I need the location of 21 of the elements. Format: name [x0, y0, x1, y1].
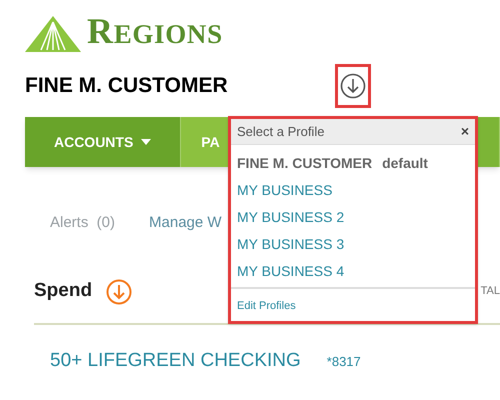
brand-name: REGIONS	[87, 13, 223, 52]
caret-icon	[141, 139, 152, 145]
close-button[interactable]: ×	[460, 121, 469, 142]
profile-item[interactable]: MY BUSINESS 2	[237, 207, 469, 227]
nav-tab[interactable]: ACCOUNTS	[25, 117, 182, 167]
manage-link[interactable]: Manage W	[149, 212, 222, 234]
profile-item[interactable]: MY BUSINESS	[237, 180, 469, 200]
edit-profiles-link[interactable]: Edit Profiles	[237, 300, 296, 312]
customer-name: FINE M. CUSTOMER	[25, 73, 229, 100]
popup-title: Select a Profile	[237, 122, 324, 141]
profile-item[interactable]: MY BUSINESS 4	[237, 261, 469, 281]
profile-item[interactable]: FINE M. CUSTOMER default	[237, 153, 469, 173]
profile-item[interactable]: MY BUSINESS 3	[237, 234, 469, 254]
column-label: TAL	[480, 284, 500, 300]
alerts-link[interactable]: Alerts (0)	[50, 212, 116, 234]
logo-icon	[25, 16, 81, 52]
account-number: *8317	[326, 352, 361, 370]
spend-title: Spend	[34, 279, 92, 304]
default-label: default	[382, 154, 428, 173]
profile-switch-button[interactable]	[335, 64, 371, 108]
account-name[interactable]: 50+ LIFEGREEN CHECKING	[50, 346, 301, 375]
